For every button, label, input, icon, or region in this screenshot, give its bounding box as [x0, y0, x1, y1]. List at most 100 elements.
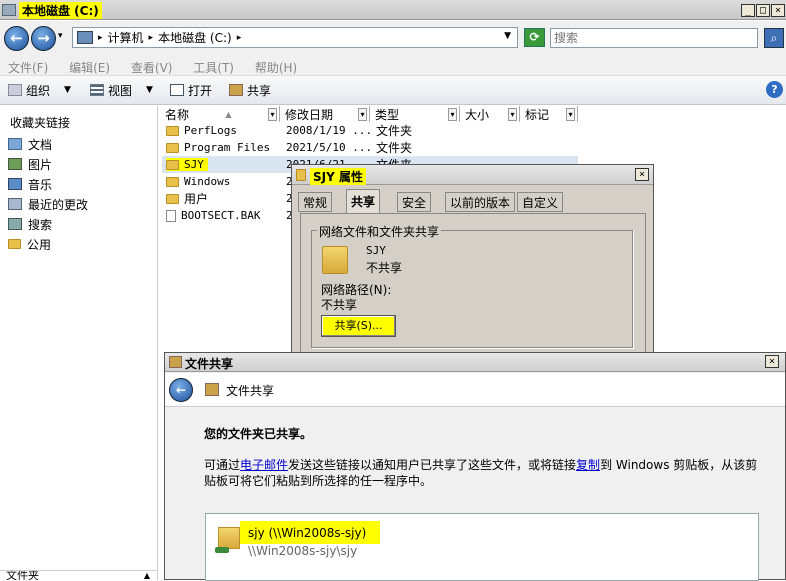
wizard-back-button[interactable]: ←	[169, 378, 193, 402]
nav-item-documents[interactable]: 文档	[8, 135, 52, 153]
nav-item-recent[interactable]: 最近的更改	[8, 195, 88, 213]
open-button[interactable]: 打开	[170, 81, 212, 99]
menu-help[interactable]: 帮助(H)	[255, 61, 297, 75]
breadcrumb-disk[interactable]: 本地磁盘 (C:)	[158, 29, 232, 46]
maximize-button[interactable]: □	[756, 4, 770, 17]
file-name: Windows	[184, 175, 231, 188]
tab-customize[interactable]: 自定义	[517, 192, 564, 212]
views-label: 视图	[108, 83, 133, 98]
column-type[interactable]: 类型 ▾	[372, 106, 460, 122]
column-filter-dropdown[interactable]: ▾	[566, 107, 575, 121]
breadcrumb-sep-icon: ▸	[148, 32, 154, 43]
sort-up-icon: ▲	[225, 109, 232, 119]
address-bar[interactable]: ▸ 计算机 ▸ 本地磁盘 (C:) ▸ ▼	[72, 27, 518, 48]
back-button[interactable]: ←	[4, 26, 29, 51]
file-name: BOOTSECT.BAK	[181, 209, 261, 222]
nav-item-label: 图片	[28, 157, 53, 172]
chevron-down-icon: ▼	[64, 85, 71, 95]
properties-close-button[interactable]: ×	[635, 168, 649, 181]
tab-previous-versions[interactable]: 以前的版本	[445, 192, 516, 212]
share-label: 共享	[247, 83, 272, 98]
tab-general[interactable]: 常规	[298, 192, 333, 212]
breadcrumb-computer[interactable]: 计算机	[108, 29, 144, 46]
nav-item-pictures[interactable]: 图片	[8, 155, 52, 173]
nav-item-music[interactable]: 音乐	[8, 175, 52, 193]
refresh-button[interactable]: ⟳	[524, 28, 545, 47]
chevron-down-icon: ▼	[146, 85, 153, 95]
selected-name-highlight: SJY	[166, 158, 208, 171]
address-dropdown-icon[interactable]: ▼	[504, 31, 511, 41]
file-sharing-titlebar: 文件共享 ×	[165, 353, 785, 372]
file-sharing-close-button[interactable]: ×	[765, 355, 779, 368]
menu-edit[interactable]: 编辑(E)	[69, 61, 110, 75]
nav-item-public[interactable]: 公用	[8, 235, 51, 253]
column-size[interactable]: 大小 ▾	[462, 106, 520, 122]
column-filter-dropdown[interactable]: ▾	[267, 107, 277, 121]
column-type-label: 类型	[375, 107, 400, 122]
share-users-icon	[169, 356, 182, 368]
tab-security[interactable]: 安全	[397, 192, 432, 212]
organize-label: 组织	[26, 83, 51, 98]
large-folder-icon	[322, 246, 348, 274]
minimize-button[interactable]: _	[741, 4, 755, 17]
music-icon	[8, 178, 22, 190]
address-row: ← → ▾ ▸ 计算机 ▸ 本地磁盘 (C:) ▸ ▼ ⟳ ⌕	[0, 21, 786, 55]
properties-title: SJY 属性	[310, 168, 366, 185]
open-icon	[170, 84, 184, 96]
views-button[interactable]: 视图 ▼	[90, 81, 153, 99]
tab-label: 共享	[351, 195, 376, 209]
tab-sharing[interactable]: 共享	[346, 189, 381, 213]
properties-titlebar: SJY 属性 ×	[292, 165, 653, 185]
wizard-header: ← 文件共享	[165, 373, 785, 407]
menu-tools[interactable]: 工具(T)	[193, 61, 234, 75]
file-row[interactable]: PerfLogs 2008/1/19 ... 文件夹	[166, 122, 412, 139]
column-date[interactable]: 修改日期 ▾	[282, 106, 370, 122]
menu-view[interactable]: 查看(V)	[131, 61, 173, 75]
search-button[interactable]: ⌕	[764, 28, 784, 48]
tab-label: 自定义	[522, 195, 559, 210]
shared-folder-state: 不共享	[366, 261, 403, 275]
help-button[interactable]: ?	[766, 81, 783, 98]
email-link[interactable]: 电子邮件	[240, 458, 288, 472]
file-type: 文件夹	[376, 124, 413, 138]
menu-file[interactable]: 文件(F)	[8, 61, 48, 75]
file-name: PerfLogs	[184, 124, 237, 137]
column-tags-label: 标记	[525, 107, 550, 122]
pictures-icon	[8, 158, 22, 170]
breadcrumb-sep-icon: ▸	[236, 32, 242, 43]
forward-arrow-icon: →	[37, 29, 50, 47]
nav-item-label: 搜索	[28, 217, 53, 232]
share-button[interactable]: 共享(S)...	[321, 315, 396, 337]
column-name[interactable]: 名称 ▲ ▾	[162, 106, 280, 122]
tab-label: 常规	[303, 195, 328, 210]
search-folder-icon	[8, 218, 22, 230]
column-filter-dropdown[interactable]: ▾	[448, 107, 457, 121]
nav-item-label: 文档	[28, 137, 53, 152]
nav-item-label: 音乐	[28, 177, 53, 192]
history-dropdown-icon[interactable]: ▾	[58, 31, 63, 41]
close-button[interactable]: ×	[771, 4, 785, 17]
column-tags[interactable]: 标记 ▾	[522, 106, 578, 122]
file-name: 用户	[184, 192, 209, 206]
help-icon: ?	[771, 83, 778, 96]
folders-pane-toggle[interactable]: 文件夹 ▲	[0, 570, 158, 580]
file-row[interactable]: Program Files 2021/5/10 ... 文件夹	[166, 139, 412, 156]
search-input[interactable]	[550, 28, 758, 48]
favorites-heading: 收藏夹链接	[10, 116, 71, 130]
search-icon: ⌕	[770, 31, 778, 45]
folder-icon	[296, 169, 306, 181]
forward-button[interactable]: →	[31, 26, 56, 51]
shared-folder-name: SJY	[366, 244, 386, 257]
title-bar: 本地磁盘 (C:) _ □ ×	[0, 0, 786, 20]
copy-link[interactable]: 复制	[576, 458, 600, 472]
column-filter-dropdown[interactable]: ▾	[358, 107, 367, 121]
nav-item-search[interactable]: 搜索	[8, 215, 52, 233]
column-filter-dropdown[interactable]: ▾	[508, 107, 517, 121]
organize-button[interactable]: 组织 ▼	[8, 81, 71, 99]
wizard-header-title: 文件共享	[226, 384, 275, 398]
column-date-label: 修改日期	[285, 107, 334, 122]
share-toolbar-button[interactable]: 共享	[229, 81, 271, 99]
shared-item[interactable]: sjy (\\Win2008s-sjy) \\Win2008s-sjy\sjy	[212, 521, 442, 565]
menu-bar: 文件(F) 编辑(E) 查看(V) 工具(T) 帮助(H)	[0, 55, 786, 76]
shared-item-path: \\Win2008s-sjy\sjy	[248, 544, 358, 558]
